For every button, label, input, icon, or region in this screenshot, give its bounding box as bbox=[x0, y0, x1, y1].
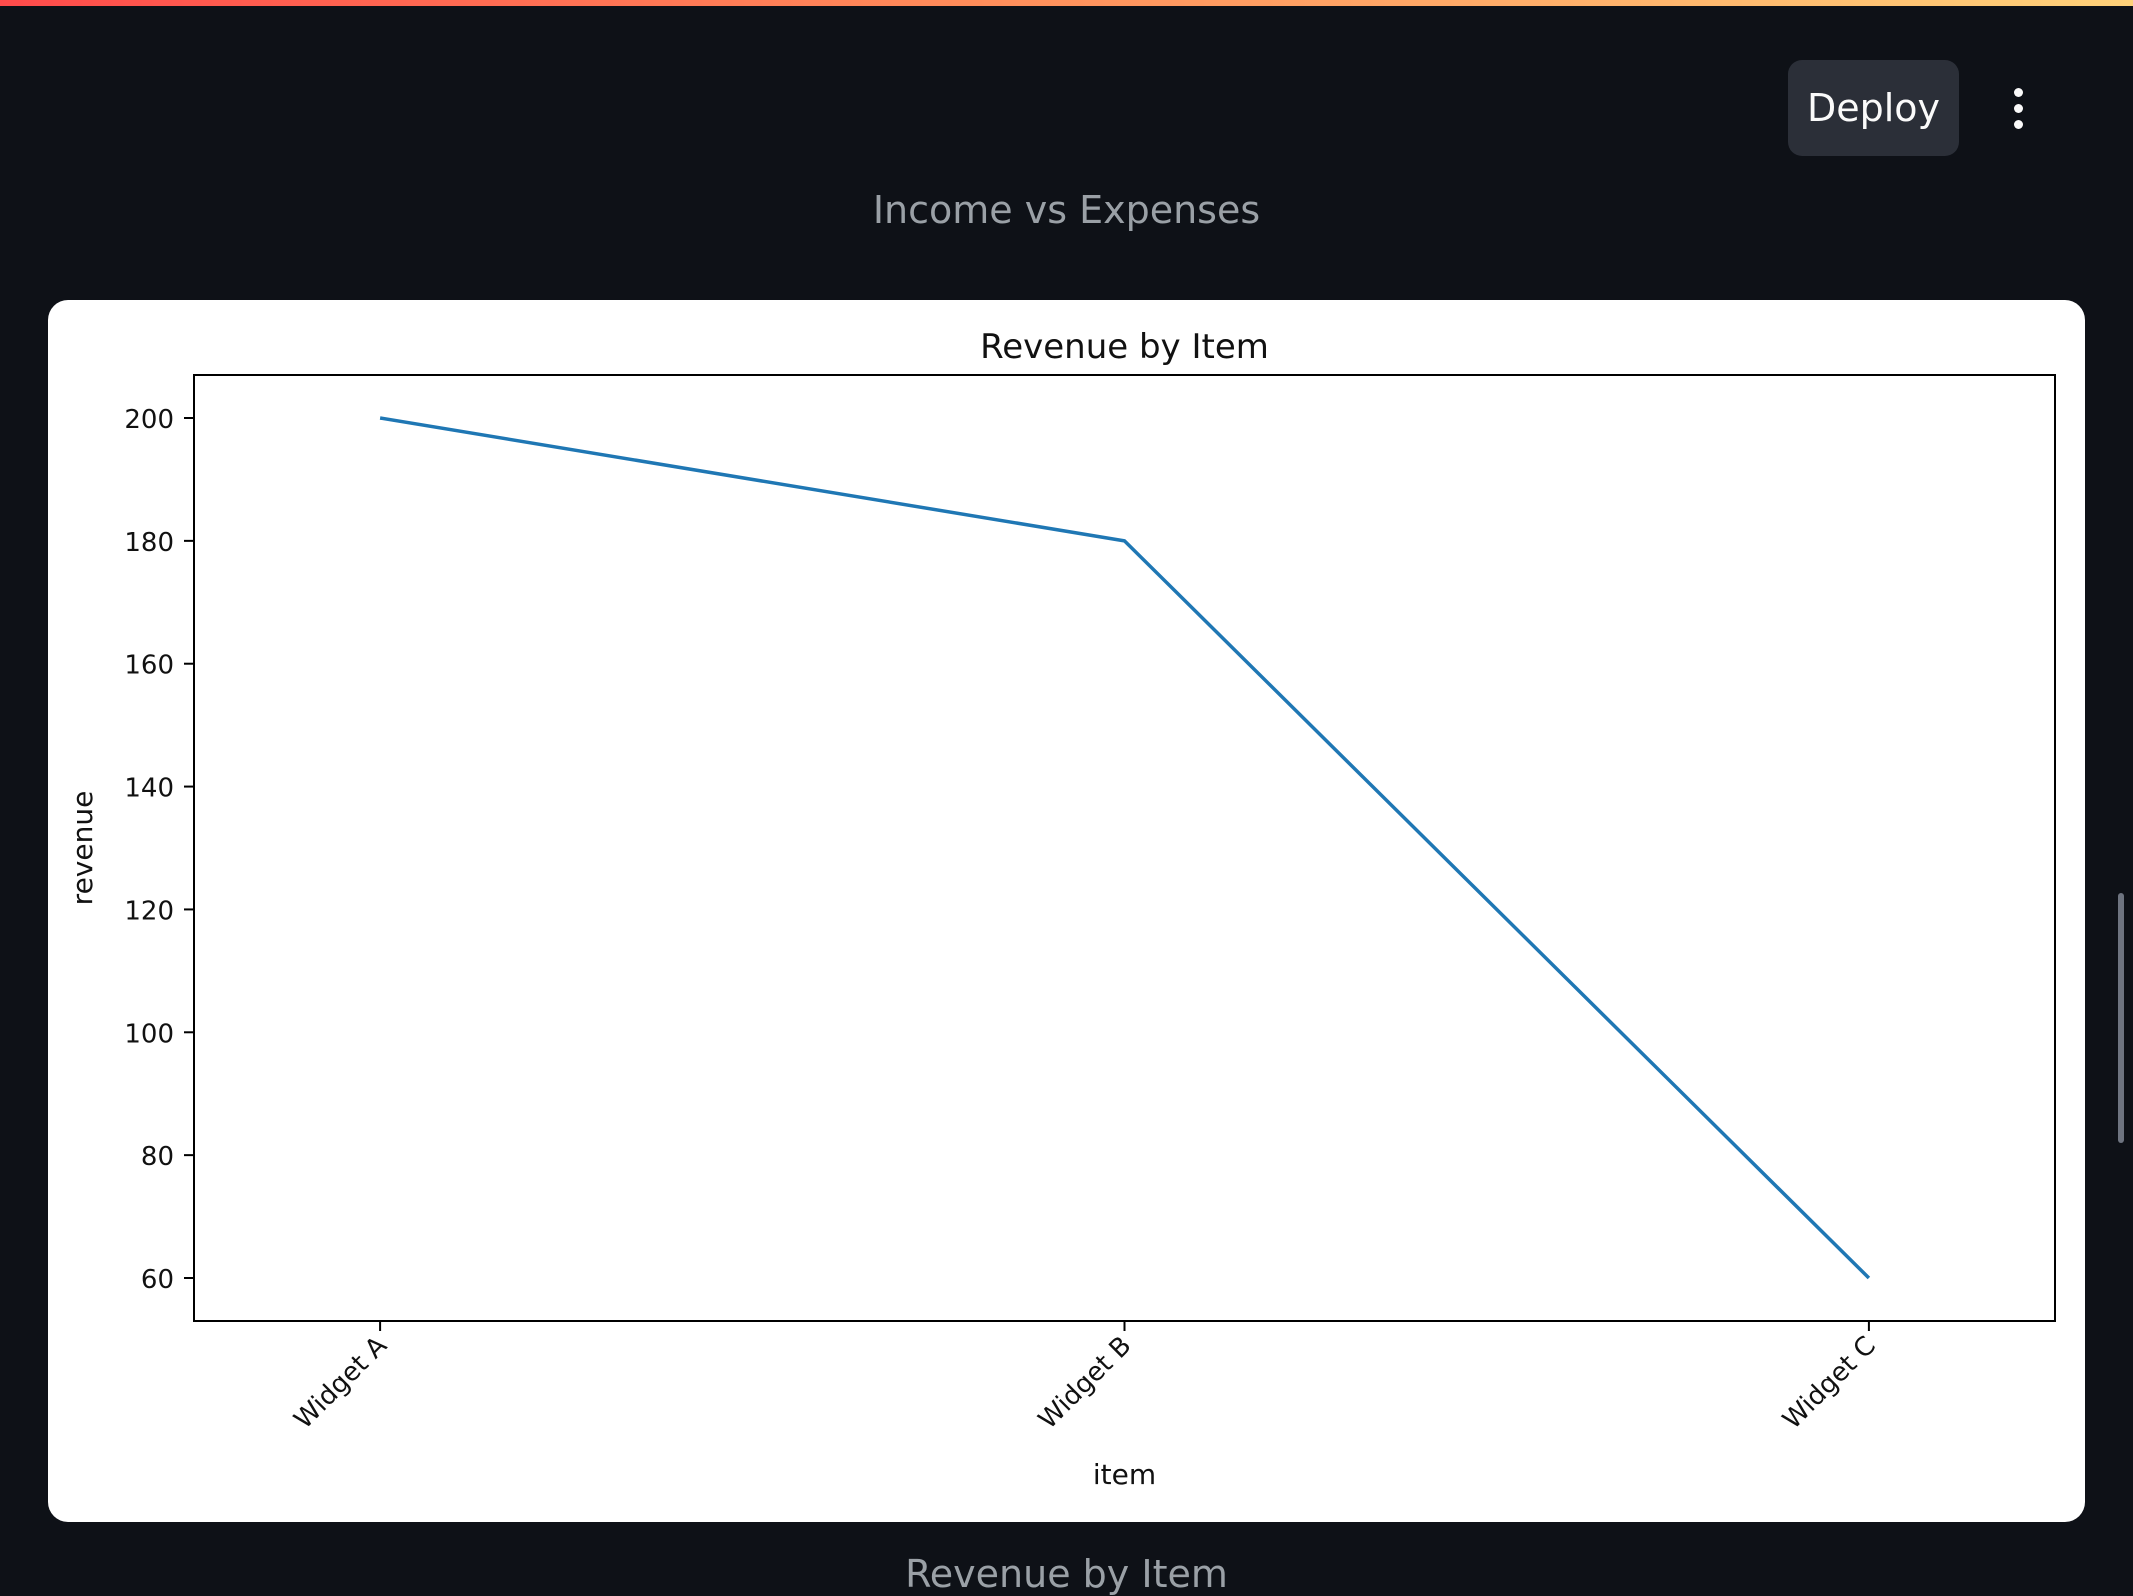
chart-title: Revenue by Item bbox=[980, 327, 1269, 367]
y-tick-label: 60 bbox=[141, 1265, 174, 1295]
plot-frame bbox=[193, 374, 2056, 1322]
y-tick-label: 180 bbox=[124, 528, 174, 558]
menu-dot bbox=[2013, 119, 2023, 129]
chart-card: Revenue by Item 60 80 100 120 140 160 180 200 Wid… bbox=[48, 300, 2085, 1522]
revenue-series-line bbox=[379, 416, 1871, 1280]
x-tick-label: Widget A bbox=[289, 1331, 394, 1436]
app-decoration-bar bbox=[0, 0, 2133, 6]
deploy-button[interactable]: Deploy bbox=[1788, 60, 1959, 156]
y-axis-label: revenue bbox=[66, 791, 99, 906]
y-tick-label: 160 bbox=[124, 651, 174, 681]
x-axis-label: item bbox=[1093, 1458, 1156, 1491]
x-tick-label: Widget B bbox=[1033, 1331, 1137, 1435]
y-tick-label: 200 bbox=[124, 405, 174, 435]
chart-caption-below: Revenue by Item bbox=[905, 1552, 1228, 1596]
kebab-menu-icon[interactable] bbox=[1996, 78, 2040, 138]
chart-caption-above: Income vs Expenses bbox=[872, 188, 1261, 232]
y-tick-label: 140 bbox=[124, 774, 174, 804]
y-tick-label: 100 bbox=[124, 1019, 174, 1049]
menu-dot bbox=[2013, 103, 2023, 113]
page-scrollbar[interactable] bbox=[2118, 893, 2124, 1143]
menu-dot bbox=[2013, 87, 2023, 97]
y-tick-label: 80 bbox=[141, 1142, 174, 1172]
x-tick-label: Widget C bbox=[1777, 1331, 1882, 1436]
revenue-line-chart: Revenue by Item 60 80 100 120 140 160 180 200 Wid… bbox=[66, 327, 2056, 1491]
y-tick-label: 120 bbox=[124, 896, 174, 926]
